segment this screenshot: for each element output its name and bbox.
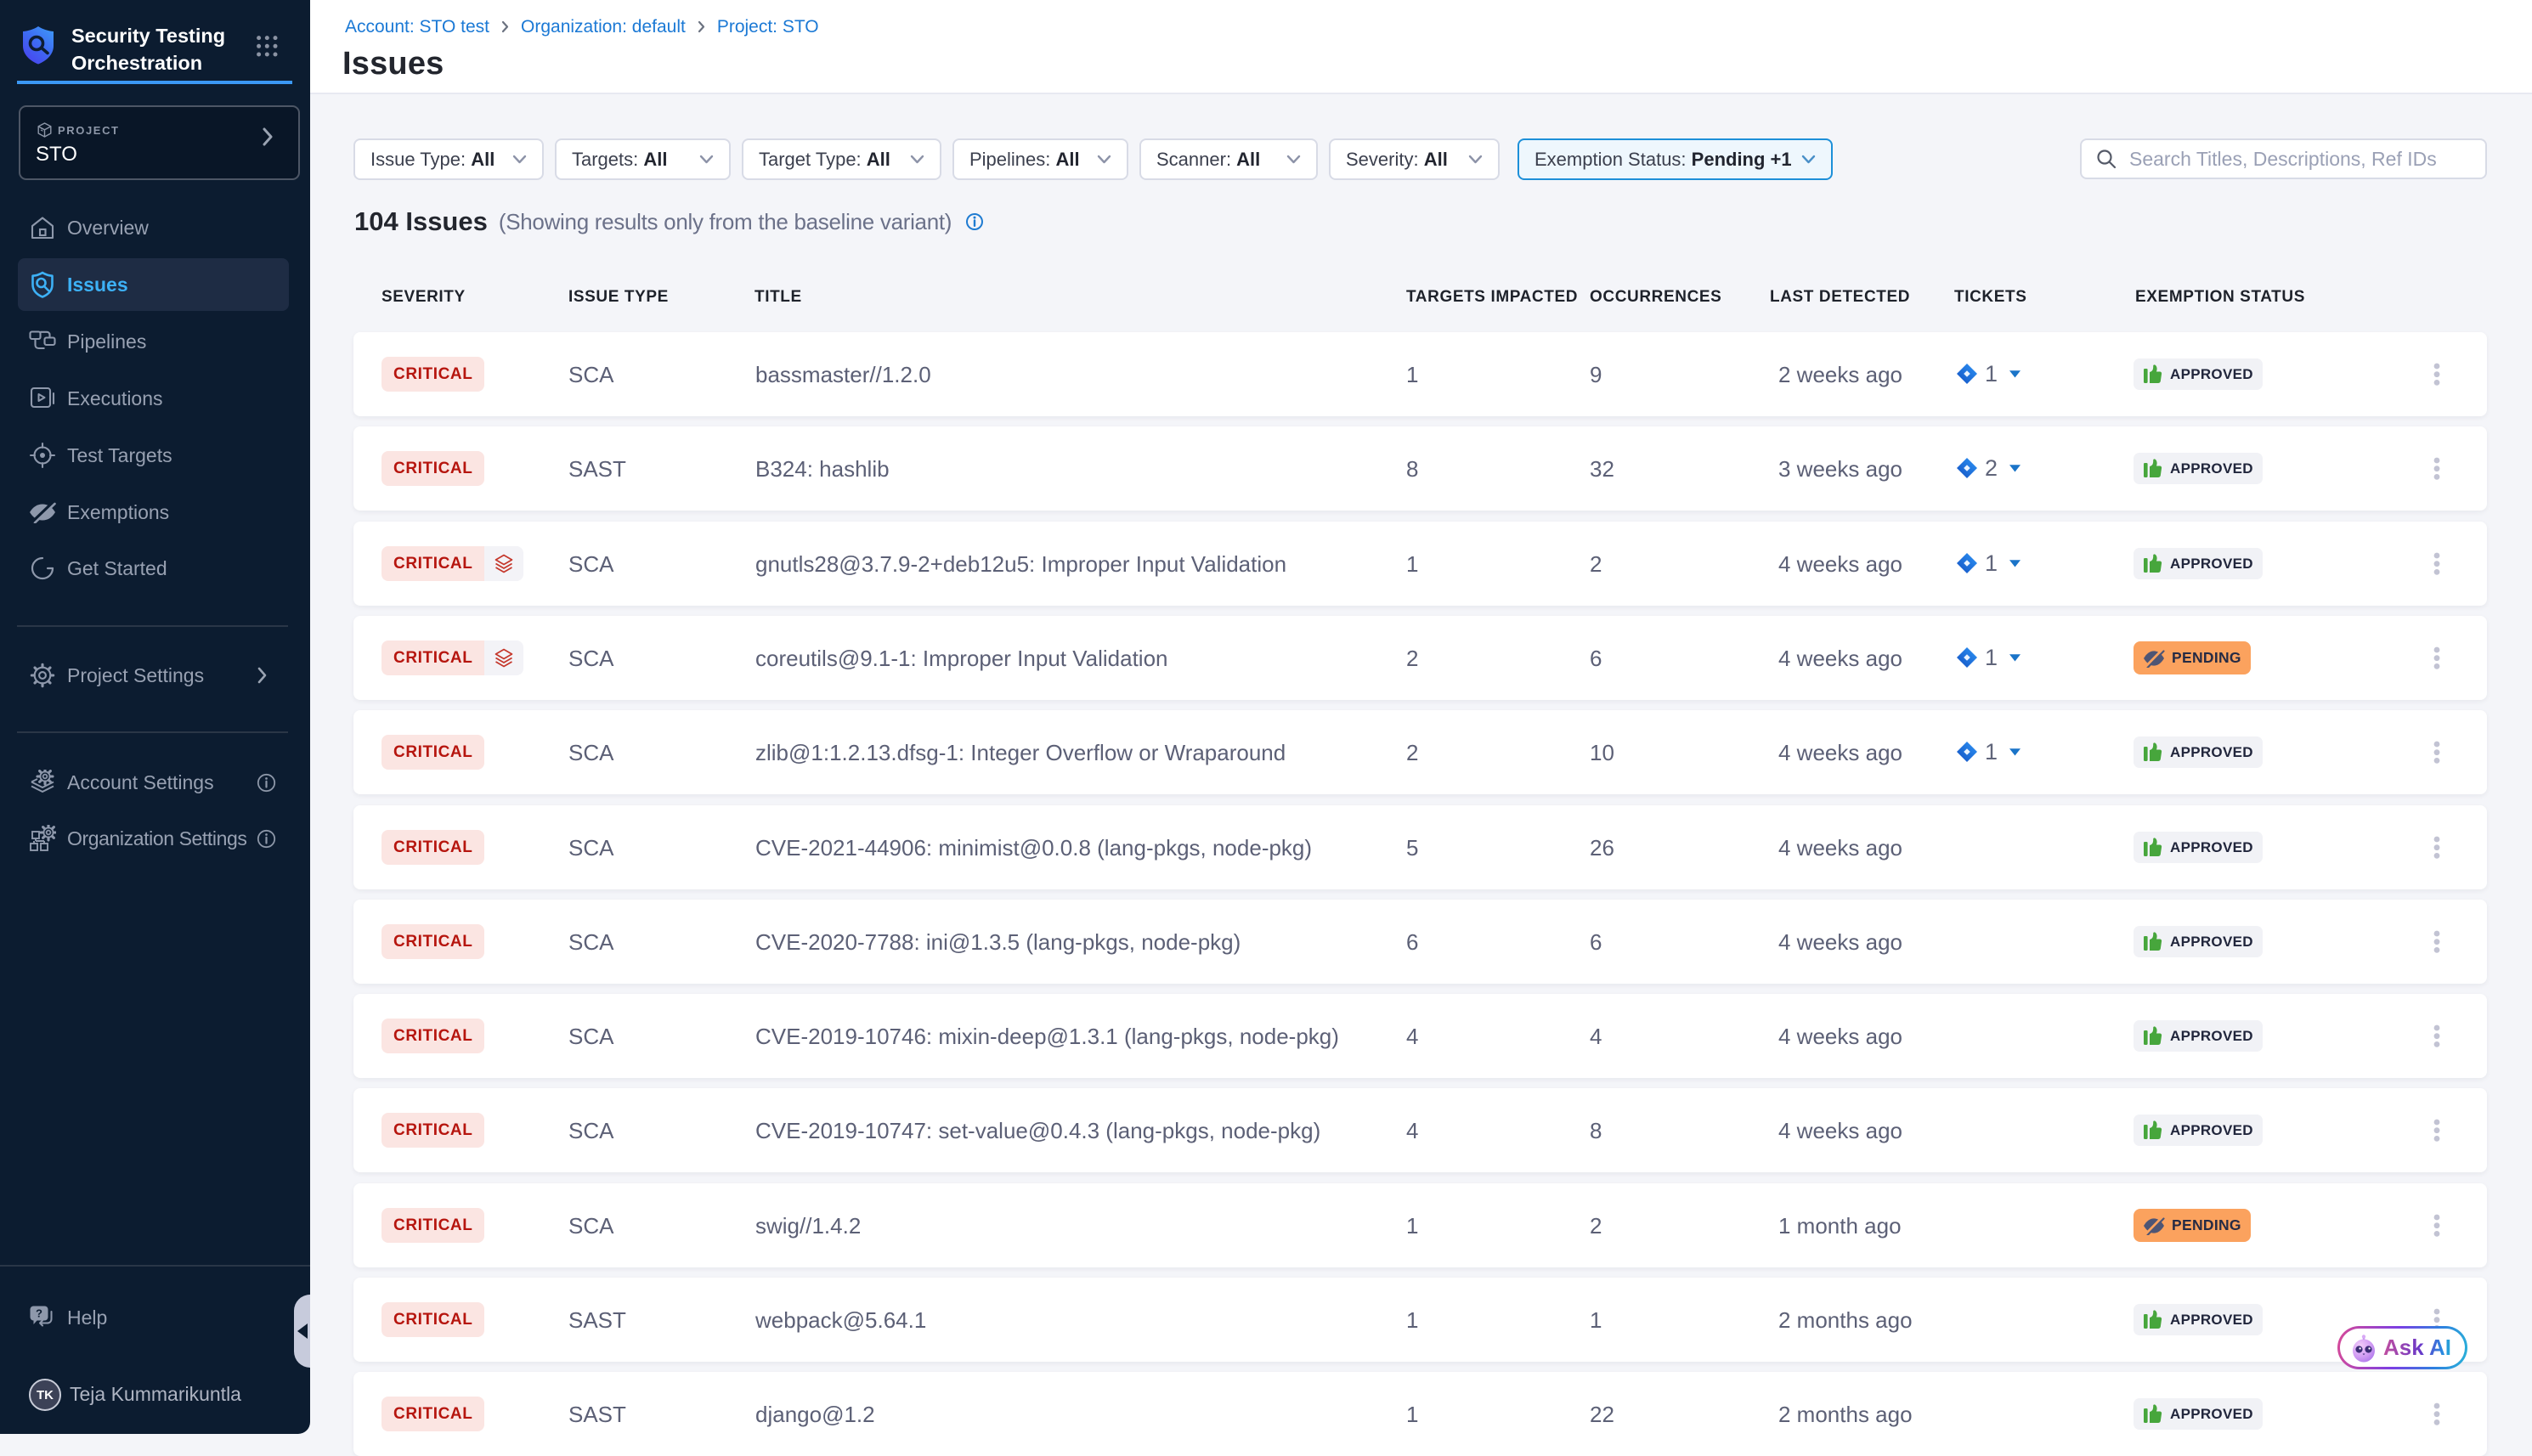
svg-text:?: ? — [36, 1307, 42, 1320]
